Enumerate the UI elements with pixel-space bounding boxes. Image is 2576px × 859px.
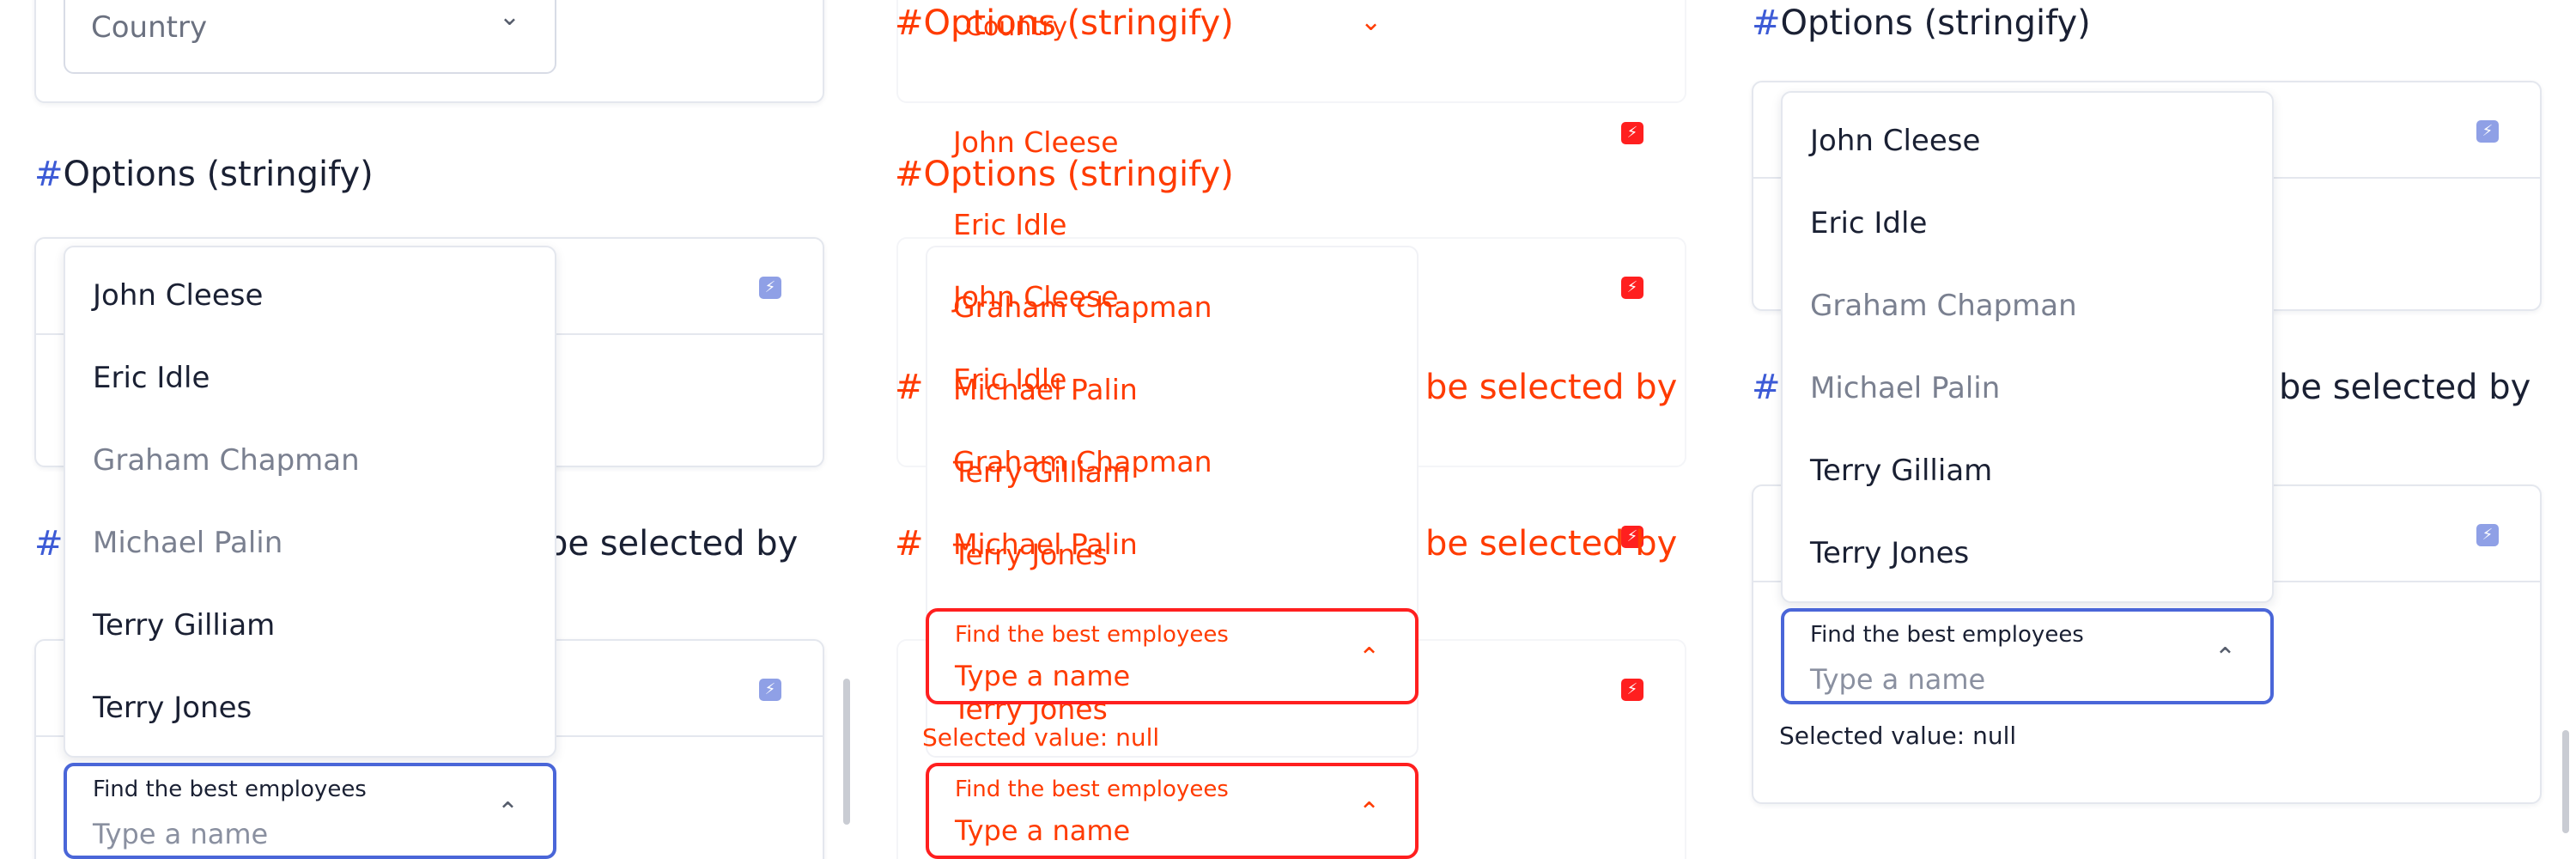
zap-icon[interactable]: ⚡ — [759, 277, 781, 299]
overlay-partial-heading-2: be selected by — [1425, 524, 1678, 564]
options-heading: #Options (stringify) — [1752, 3, 2091, 43]
option-terry-gilliam[interactable]: Terry Gilliam — [93, 608, 275, 643]
chevron-up-icon[interactable]: ⌃ — [2215, 643, 2236, 673]
section-heading-partial-text: be selected by — [546, 524, 799, 564]
overlay-employee-field-2: Find the best employees Type a name ⌃ — [926, 763, 1419, 859]
heading-anchor-link-2[interactable]: # — [34, 524, 64, 564]
panel-overlay-middle: #Options (stringify) Country ⌄ #Options … — [859, 0, 1717, 859]
overlay-partial-hash-1: # — [895, 368, 924, 407]
employee-field-label: Find the best employees — [93, 777, 367, 802]
zap-icon[interactable]: ⚡ — [759, 679, 781, 701]
employee-autocomplete[interactable]: Find the best employees Type a name ⌃ — [64, 763, 556, 859]
overlay-option: John Cleese — [953, 280, 1119, 314]
option-terry-jones[interactable]: Terry Jones — [1810, 536, 1969, 570]
option-michael-palin: Michael Palin — [1810, 371, 2001, 405]
scrollbar[interactable] — [2562, 730, 2569, 833]
overlay-partial-hash-2: # — [895, 524, 924, 564]
overlay-zap-icon: ⚡ — [1621, 277, 1643, 299]
option-john-cleese[interactable]: John Cleese — [1810, 124, 1980, 158]
option-eric-idle[interactable]: Eric Idle — [1810, 206, 1927, 241]
option-eric-idle[interactable]: Eric Idle — [93, 361, 210, 395]
options-heading: #Options (stringify) — [34, 155, 374, 194]
option-terry-jones[interactable]: Terry Jones — [93, 691, 252, 725]
option-john-cleese[interactable]: John Cleese — [93, 278, 263, 313]
overlay-option: Eric Idle — [953, 362, 1067, 396]
section-heading-partial: # — [1752, 368, 1781, 407]
overlay-chevron-down-icon: ⌄ — [1360, 7, 1382, 37]
overlay-country-text: Country — [965, 12, 1068, 42]
employee-input-placeholder[interactable]: Type a name — [93, 818, 268, 850]
selected-value-text: Selected value: null — [1779, 722, 2017, 750]
overlay-option: Michael Palin — [953, 527, 1138, 561]
employee-field-label: Find the best employees — [1810, 622, 2084, 648]
employee-autocomplete[interactable]: Find the best employees Type a name ⌃ — [1781, 608, 2274, 704]
section-heading-partial-text: be selected by — [2279, 368, 2531, 407]
overlay-partial-heading-1: be selected by — [1425, 368, 1678, 407]
heading-anchor-link[interactable]: # — [34, 155, 64, 194]
heading-anchor-link[interactable]: # — [1752, 3, 1781, 43]
overlay-zap-icon: ⚡ — [1621, 679, 1643, 701]
option-graham-chapman: Graham Chapman — [93, 443, 360, 478]
overlay-options-heading-2: #Options (stringify) — [895, 155, 1234, 194]
heading-anchor-link-2[interactable]: # — [1752, 368, 1781, 407]
panel-normal-left: Country ⌄ #Options (stringify) ⚡ # be se… — [0, 0, 859, 859]
overlay-selected-value: Selected value: null — [922, 723, 1160, 752]
zap-icon[interactable]: ⚡ — [2476, 120, 2499, 143]
overlay-option: John Cleese — [953, 125, 1119, 159]
zap-icon[interactable]: ⚡ — [2476, 524, 2499, 546]
overlay-option: Eric Idle — [953, 208, 1067, 241]
overlay-option: Graham Chapman — [953, 445, 1212, 478]
overlay-employee-field-1: Find the best employees Type a name ⌃ — [926, 608, 1419, 704]
employee-input-placeholder[interactable]: Type a name — [1810, 663, 1985, 696]
options-listbox: John Cleese Eric Idle Graham Chapman Mic… — [64, 246, 556, 758]
country-select-label: Country — [91, 10, 208, 45]
option-graham-chapman: Graham Chapman — [1810, 289, 2077, 323]
option-michael-palin: Michael Palin — [93, 526, 283, 560]
chevron-down-icon[interactable]: ⌄ — [499, 2, 520, 32]
options-listbox: John Cleese Eric Idle Graham Chapman Mic… — [1781, 91, 2274, 603]
scrollbar[interactable] — [843, 679, 850, 825]
option-terry-gilliam[interactable]: Terry Gilliam — [1810, 454, 1992, 488]
panel-normal-right: #Options (stringify) ⚡ # be selected by … — [1717, 0, 2576, 859]
overlay-zap-icon: ⚡ — [1621, 122, 1643, 144]
section-heading-partial: # — [34, 524, 64, 564]
chevron-up-icon[interactable]: ⌃ — [497, 797, 519, 827]
country-select[interactable]: Country ⌄ — [64, 0, 556, 74]
